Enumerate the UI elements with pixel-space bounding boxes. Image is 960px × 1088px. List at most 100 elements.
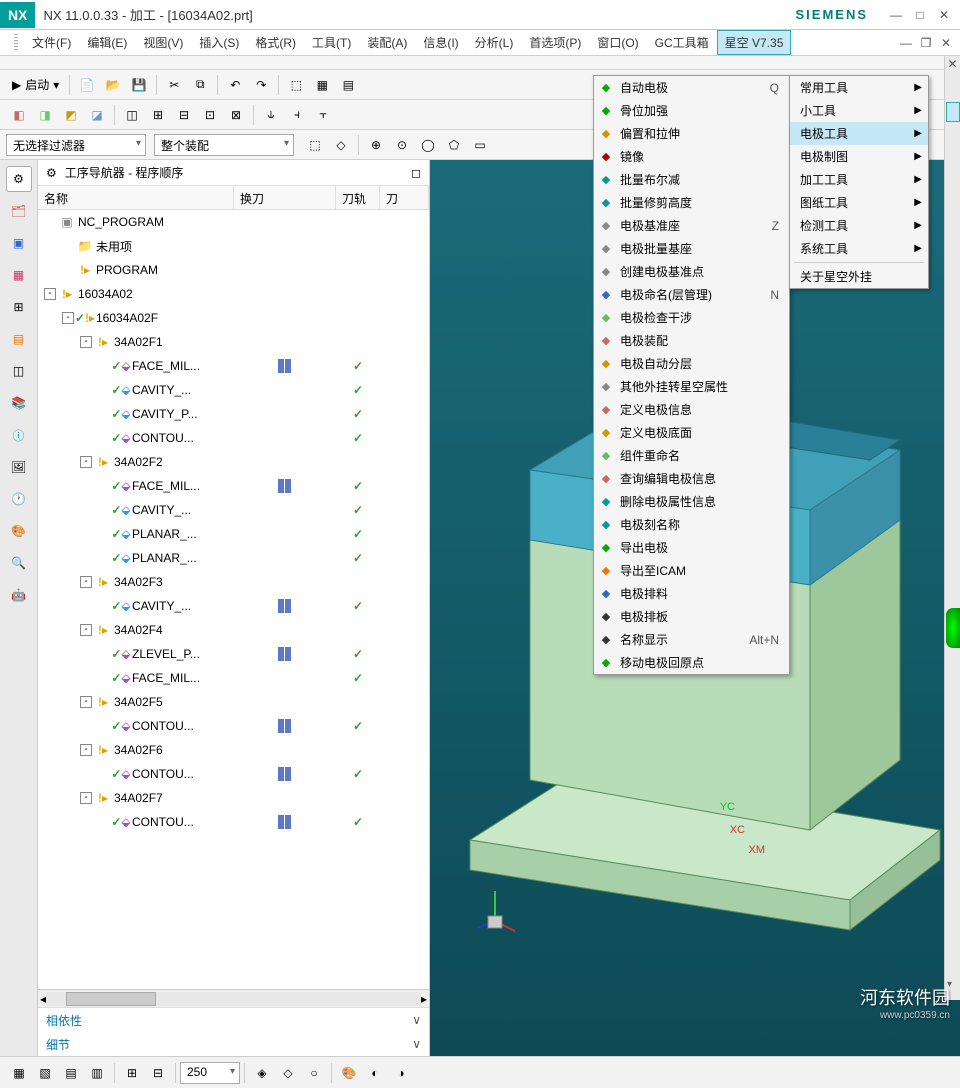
cube2-button[interactable]: ◨ (34, 104, 56, 126)
menu-prefs[interactable]: 首选项(P) (521, 30, 589, 55)
submenu-item[interactable]: ◆创建电极基准点 (594, 260, 789, 283)
open-button[interactable]: 📂 (102, 74, 124, 96)
submenu-item[interactable]: ◆骨位加强 (594, 99, 789, 122)
h-scrollbar[interactable]: ◂ ▸ (38, 989, 429, 1007)
tree-row[interactable]: ✓⬙FACE_MIL...✓ (38, 354, 429, 378)
bb4[interactable]: ▥ (86, 1062, 108, 1084)
cube3-button[interactable]: ◩ (60, 104, 82, 126)
unpin-icon[interactable]: ◻ (411, 166, 421, 180)
group1-btn[interactable]: ◫ (121, 104, 143, 126)
dd-small-tools[interactable]: 小工具▶ (790, 99, 928, 122)
tree-row[interactable]: ✓⬙ZLEVEL_P...✓ (38, 642, 429, 666)
submenu-item[interactable]: ◆查询编辑电极信息 (594, 467, 789, 490)
dd-inspection-tools[interactable]: 检测工具▶ (790, 214, 928, 237)
submenu-item[interactable]: ◆电极基准座Z (594, 214, 789, 237)
tree-row[interactable]: ✓⬙FACE_MIL...✓ (38, 666, 429, 690)
gear-icon[interactable]: ⚙ (46, 166, 57, 180)
col-path[interactable]: 刀轨 (336, 186, 380, 209)
submenu-item[interactable]: ◆电极装配 (594, 329, 789, 352)
nav-op-icon[interactable]: ⊞ (6, 294, 32, 320)
submenu-item[interactable]: ◆名称显示Alt+N (594, 628, 789, 651)
accordion-dependency[interactable]: 相依性 ∨ (38, 1008, 429, 1032)
submenu-item[interactable]: ◆电极排料 (594, 582, 789, 605)
zoom-combo[interactable]: 250 (180, 1062, 240, 1084)
undo-button[interactable]: ↶ (224, 74, 246, 96)
tool-a[interactable]: ⬚ (285, 74, 307, 96)
accordion-detail[interactable]: 细节 ∨ (38, 1032, 429, 1056)
expand-toggle[interactable]: - (44, 288, 56, 300)
tree-row[interactable]: -!▸34A02F2 (38, 450, 429, 474)
sel-btn2[interactable]: ◇ (330, 134, 352, 156)
tree-row[interactable]: ✓⬙CAVITY_...✓ (38, 498, 429, 522)
tree-row[interactable]: -!▸34A02F4 (38, 618, 429, 642)
panel-tab[interactable] (946, 102, 960, 122)
mill1-btn[interactable]: ⫝ (260, 104, 282, 126)
panel-close-icon[interactable]: ✕ (945, 56, 960, 72)
tree-row[interactable]: -!▸34A02F5 (38, 690, 429, 714)
submenu-item[interactable]: ◆电极排板 (594, 605, 789, 628)
dd-electrode-drawing[interactable]: 电极制图▶ (790, 145, 928, 168)
submenu-item[interactable]: ◆导出至ICAM (594, 559, 789, 582)
submenu-item[interactable]: ◆自动电极Q (594, 76, 789, 99)
tree-row[interactable]: ✓⬙FACE_MIL...✓ (38, 474, 429, 498)
nav-color-icon[interactable]: 🎨 (6, 518, 32, 544)
scroll-right-icon[interactable]: ▸ (421, 992, 427, 1006)
submenu-item[interactable]: ◆删除电极属性信息 (594, 490, 789, 513)
dd-about[interactable]: 关于星空外挂 (790, 265, 928, 288)
nav-img-icon[interactable]: 🖼 (6, 454, 32, 480)
bb7[interactable]: ◈ (251, 1062, 273, 1084)
save-button[interactable]: 💾 (128, 74, 150, 96)
doc-close-button[interactable]: ✕ (938, 35, 954, 51)
tree-row[interactable]: 📁未用项 (38, 234, 429, 258)
cube4-button[interactable]: ◪ (86, 104, 108, 126)
tool-b[interactable]: ▦ (311, 74, 333, 96)
sel-btn7[interactable]: ▭ (469, 134, 491, 156)
expand-toggle[interactable]: - (80, 336, 92, 348)
nav-gear-icon[interactable]: ⚙ (6, 166, 32, 192)
sel-btn1[interactable]: ⬚ (304, 134, 326, 156)
submenu-item[interactable]: ◆组件重命名 (594, 444, 789, 467)
tree-row[interactable]: -!▸34A02F7 (38, 786, 429, 810)
tree-row[interactable]: !▸PROGRAM (38, 258, 429, 282)
operation-tree[interactable]: ▣NC_PROGRAM📁未用项!▸PROGRAM-!▸16034A02-✓!▸1… (38, 210, 429, 989)
doc-restore-button[interactable]: ❐ (918, 35, 934, 51)
submenu-item[interactable]: ◆电极自动分层 (594, 352, 789, 375)
nav-sheet-icon[interactable]: ▤ (6, 326, 32, 352)
submenu-item[interactable]: ◆镜像 (594, 145, 789, 168)
tree-row[interactable]: ✓⬙PLANAR_...✓ (38, 522, 429, 546)
close-button[interactable]: ✕ (936, 7, 952, 23)
menu-window[interactable]: 窗口(O) (589, 30, 646, 55)
menu-tools[interactable]: 工具(T) (304, 30, 359, 55)
bb10[interactable]: 🎨 (338, 1062, 360, 1084)
tree-row[interactable]: -!▸34A02F1 (38, 330, 429, 354)
dd-electrode-tools[interactable]: 电极工具▶ (790, 122, 928, 145)
group2-btn[interactable]: ⊞ (147, 104, 169, 126)
submenu-item[interactable]: ◆批量布尔减 (594, 168, 789, 191)
submenu-item[interactable]: ◆偏置和拉伸 (594, 122, 789, 145)
dd-system-tools[interactable]: 系统工具▶ (790, 237, 928, 260)
tree-row[interactable]: ✓⬙CAVITY_...✓ (38, 594, 429, 618)
expand-toggle[interactable]: - (80, 456, 92, 468)
nav-tree-icon[interactable]: 🗂 (6, 198, 32, 224)
submenu-item[interactable]: ◆导出电极 (594, 536, 789, 559)
submenu-item[interactable]: ◆定义电极底面 (594, 421, 789, 444)
tree-row[interactable]: ✓⬙CONTOU...✓ (38, 426, 429, 450)
submenu-item[interactable]: ◆批量修剪高度 (594, 191, 789, 214)
view-triad[interactable] (470, 886, 520, 936)
group3-btn[interactable]: ⊟ (173, 104, 195, 126)
bb1[interactable]: ▦ (8, 1062, 30, 1084)
maximize-button[interactable]: □ (912, 7, 928, 23)
col-extra[interactable]: 刀 (380, 186, 429, 209)
bb3[interactable]: ▤ (60, 1062, 82, 1084)
dd-drawing-tools[interactable]: 图纸工具▶ (790, 191, 928, 214)
col-tool[interactable]: 换刀 (234, 186, 336, 209)
bb9[interactable]: ○ (303, 1062, 325, 1084)
viewport-handle[interactable] (946, 608, 960, 648)
menu-format[interactable]: 格式(R) (247, 30, 304, 55)
nav-robot-icon[interactable]: 🤖 (6, 582, 32, 608)
submenu-item[interactable]: ◆电极检查干涉 (594, 306, 789, 329)
submenu-item[interactable]: ◆其他外挂转星空属性 (594, 375, 789, 398)
tree-row[interactable]: ✓⬙CONTOU...✓ (38, 810, 429, 834)
cube1-button[interactable]: ◧ (8, 104, 30, 126)
submenu-item[interactable]: ◆定义电极信息 (594, 398, 789, 421)
